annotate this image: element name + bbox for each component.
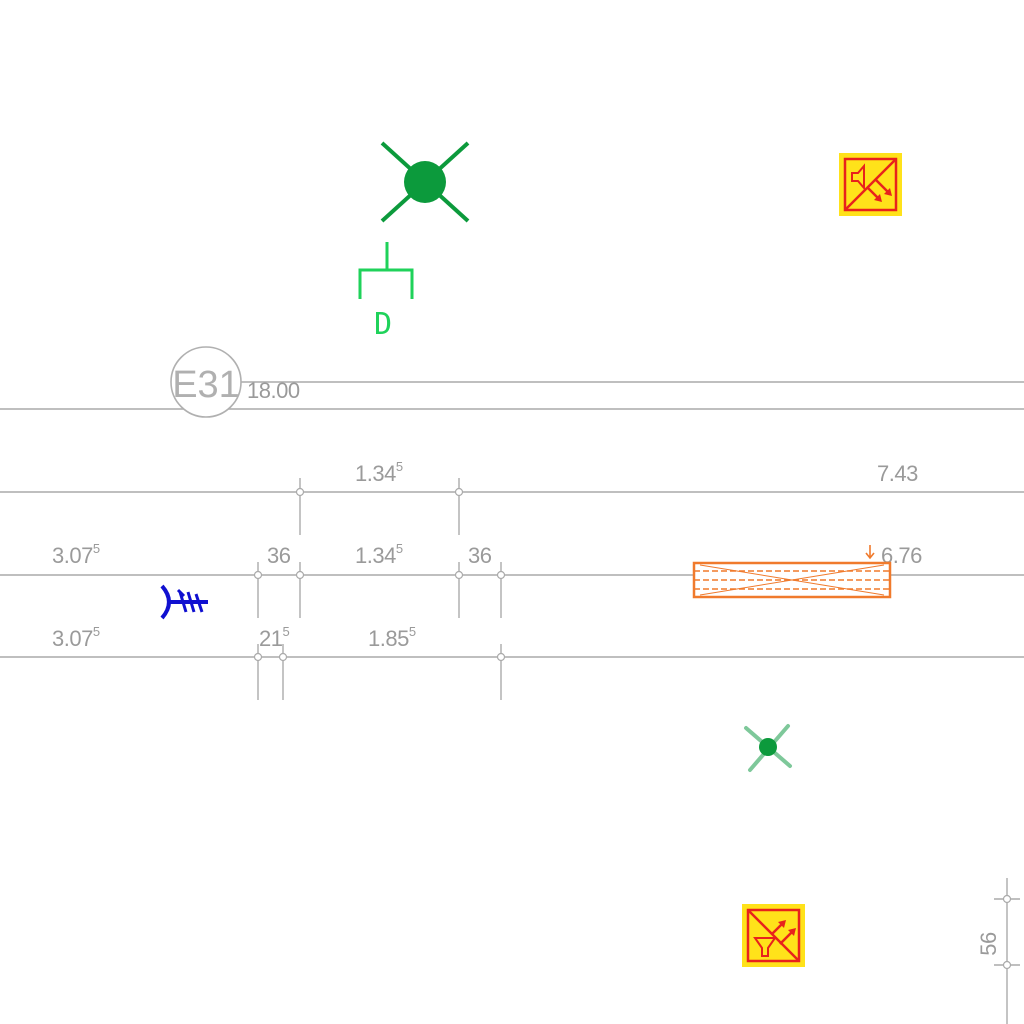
dimension-node: [454, 487, 464, 497]
dimension-label: 36: [468, 543, 492, 568]
dimension-label-vertical: 56: [976, 932, 1001, 956]
dimension-node: [253, 652, 263, 662]
dimension-label: 3.075: [52, 541, 100, 568]
dimension-label: 1.345: [355, 459, 403, 486]
ceiling-light-icon[interactable]: [380, 141, 470, 223]
dimension-label: 1.855: [368, 624, 416, 651]
dimension-node: [1002, 894, 1012, 904]
detector-icon[interactable]: D: [358, 242, 414, 342]
floor-plan-drawing: E31 18.00 1.345 7.43 3.075 36 1.345 36 6…: [0, 141, 1024, 1024]
small-light-icon[interactable]: [744, 724, 792, 772]
dimension-label: 36: [267, 543, 291, 568]
speaker-sign-icon[interactable]: [839, 153, 902, 216]
dimension-node: [253, 570, 263, 580]
detector-label: D: [374, 307, 392, 342]
antenna-icon[interactable]: [160, 584, 208, 620]
dimension-label: 3.075: [52, 624, 100, 651]
dimension-node: [295, 570, 305, 580]
dimension-node: [1002, 960, 1012, 970]
grid-reference-bubble[interactable]: E31: [170, 346, 242, 418]
dimension-node: [496, 652, 506, 662]
horn-sign-icon[interactable]: [742, 904, 805, 967]
dimension-label: 215: [259, 624, 289, 651]
grid-reference-label: E31: [172, 364, 240, 406]
dimension-label: 1.345: [355, 541, 403, 568]
elevation-label: 18.00: [247, 378, 300, 403]
dimension-node: [496, 570, 506, 580]
dimension-node: [295, 487, 305, 497]
linear-light-fixture-icon[interactable]: [692, 545, 892, 599]
dimension-node: [454, 570, 464, 580]
dimension-node: [278, 652, 288, 662]
dimension-label: 7.43: [877, 461, 918, 486]
